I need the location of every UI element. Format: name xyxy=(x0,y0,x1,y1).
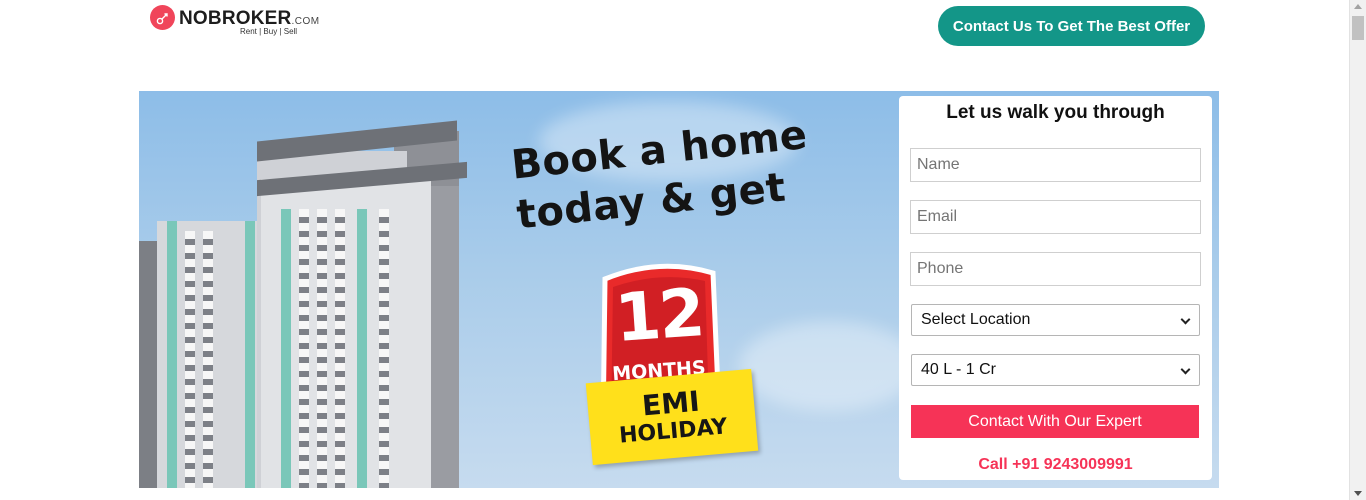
cloud-decoration xyxy=(739,321,919,411)
page-scrollbar[interactable] xyxy=(1349,0,1366,500)
page: NOBROKER.COM Rent | Buy | Sell Contact U… xyxy=(0,0,1366,500)
logo-brand: NOBROKER xyxy=(179,8,292,29)
chevron-down-icon xyxy=(1180,364,1191,375)
location-select-value: Select Location xyxy=(921,311,1031,328)
budget-select[interactable]: 40 L - 1 Cr xyxy=(911,354,1200,386)
nobroker-logo-icon xyxy=(150,5,175,30)
email-input[interactable] xyxy=(910,200,1201,234)
emi-ribbon: EMI HOLIDAY xyxy=(585,368,759,466)
scroll-thumb[interactable] xyxy=(1352,16,1364,40)
name-input[interactable] xyxy=(910,148,1201,182)
lead-form: Let us walk you through Select Location … xyxy=(899,96,1212,480)
badge-number: 12 xyxy=(612,274,706,357)
call-phone-link[interactable]: Call +91 9243009991 xyxy=(899,456,1212,474)
brand-logo[interactable]: NOBROKER.COM Rent | Buy | Sell xyxy=(150,5,320,41)
contact-best-offer-button[interactable]: Contact Us To Get The Best Offer xyxy=(938,6,1205,46)
building-illustration xyxy=(261,179,431,488)
contact-expert-button[interactable]: Contact With Our Expert xyxy=(911,405,1199,438)
location-select[interactable]: Select Location xyxy=(911,304,1200,336)
chevron-down-icon xyxy=(1180,314,1191,325)
logo-suffix: .COM xyxy=(291,16,320,27)
form-title: Let us walk you through xyxy=(946,102,1165,123)
ribbon-line-2: HOLIDAY xyxy=(618,414,729,449)
budget-select-value: 40 L - 1 Cr xyxy=(921,361,996,378)
scroll-up-icon[interactable] xyxy=(1354,4,1362,9)
scroll-down-icon[interactable] xyxy=(1354,491,1362,496)
building-illustration xyxy=(157,221,267,488)
phone-input[interactable] xyxy=(910,252,1201,286)
logo-tagline: Rent | Buy | Sell xyxy=(240,27,298,36)
